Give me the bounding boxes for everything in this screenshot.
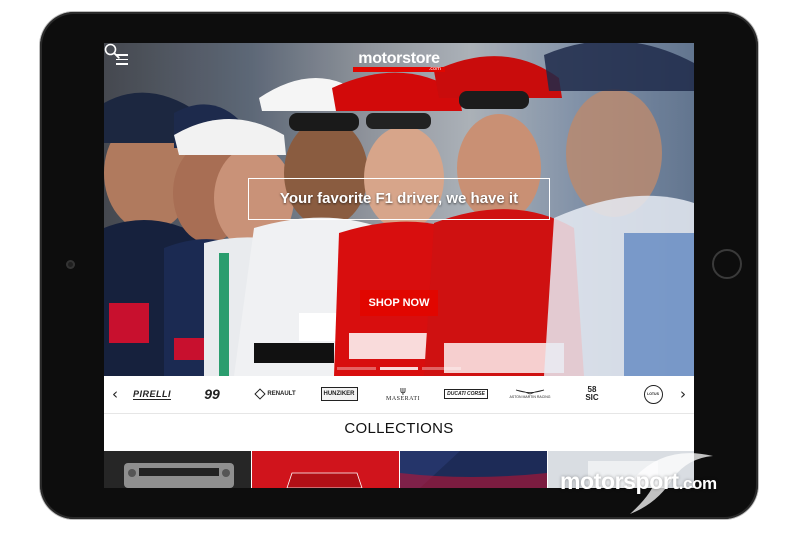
brand-logo-58-sic[interactable]: 58 SIC xyxy=(580,383,604,405)
brand-logo-hunziker[interactable]: HUNZIKER xyxy=(320,383,358,405)
logo-red-bar: .com xyxy=(353,66,445,72)
logo-suffix: .com xyxy=(428,66,441,72)
slide-indicator[interactable] xyxy=(422,367,462,370)
brand-logo-lotus[interactable]: LOTUS xyxy=(640,383,666,405)
brand-carousel: ‹ PIRELLI 99 RENAULT HUNZIKER ψ MASERATI… xyxy=(104,376,694,414)
maserati-trident-icon: ψ xyxy=(400,385,406,396)
collection-tile[interactable] xyxy=(548,451,694,488)
brand-logo-ducati-corse[interactable]: DUCATI CORSE xyxy=(444,383,488,405)
logo-name: motorstore xyxy=(358,50,440,67)
motorstore-logo[interactable]: motorstore .com xyxy=(349,51,449,72)
shop-now-button[interactable]: SHOP NOW xyxy=(360,290,438,316)
brand-logo-pirelli[interactable]: PIRELLI xyxy=(126,383,178,405)
slide-indicator[interactable] xyxy=(379,367,419,370)
collection-image-light-apparel xyxy=(548,451,694,488)
brand-logo-maserati[interactable]: ψ MASERATI xyxy=(380,383,426,405)
collection-image-steering-wheel xyxy=(104,451,251,488)
camera-icon xyxy=(66,260,75,269)
collection-tile[interactable] xyxy=(400,451,547,488)
collection-tile[interactable] xyxy=(104,451,251,488)
brand-logo-renault[interactable]: RENAULT xyxy=(252,383,300,405)
aston-martin-wings-icon xyxy=(515,389,545,395)
collection-tile[interactable] xyxy=(252,451,399,488)
chevron-left-icon[interactable]: ‹ xyxy=(108,385,122,403)
home-button[interactable] xyxy=(712,249,742,279)
tablet-screen: motorstore .com Your favorite F1 driver,… xyxy=(104,43,694,488)
collections-grid xyxy=(104,451,694,488)
brand-logo-aston-martin[interactable]: ASTON MARTIN RACING xyxy=(508,383,552,405)
lotus-badge-icon: LOTUS xyxy=(643,384,663,404)
collections-heading: COLLECTIONS xyxy=(344,420,454,437)
slider-indicators xyxy=(337,367,462,370)
hero-tagline: Your favorite F1 driver, we have it xyxy=(248,178,550,220)
brand-logo-99[interactable]: 99 xyxy=(192,383,232,405)
slide-indicator[interactable] xyxy=(337,367,376,370)
collection-image-red-apparel xyxy=(252,451,399,488)
collection-image-blue-apparel xyxy=(400,451,547,488)
hero-banner: motorstore .com Your favorite F1 driver,… xyxy=(104,43,694,376)
chevron-right-icon[interactable]: › xyxy=(676,385,690,403)
renault-diamond-icon xyxy=(254,388,267,400)
search-icon[interactable] xyxy=(104,43,120,59)
